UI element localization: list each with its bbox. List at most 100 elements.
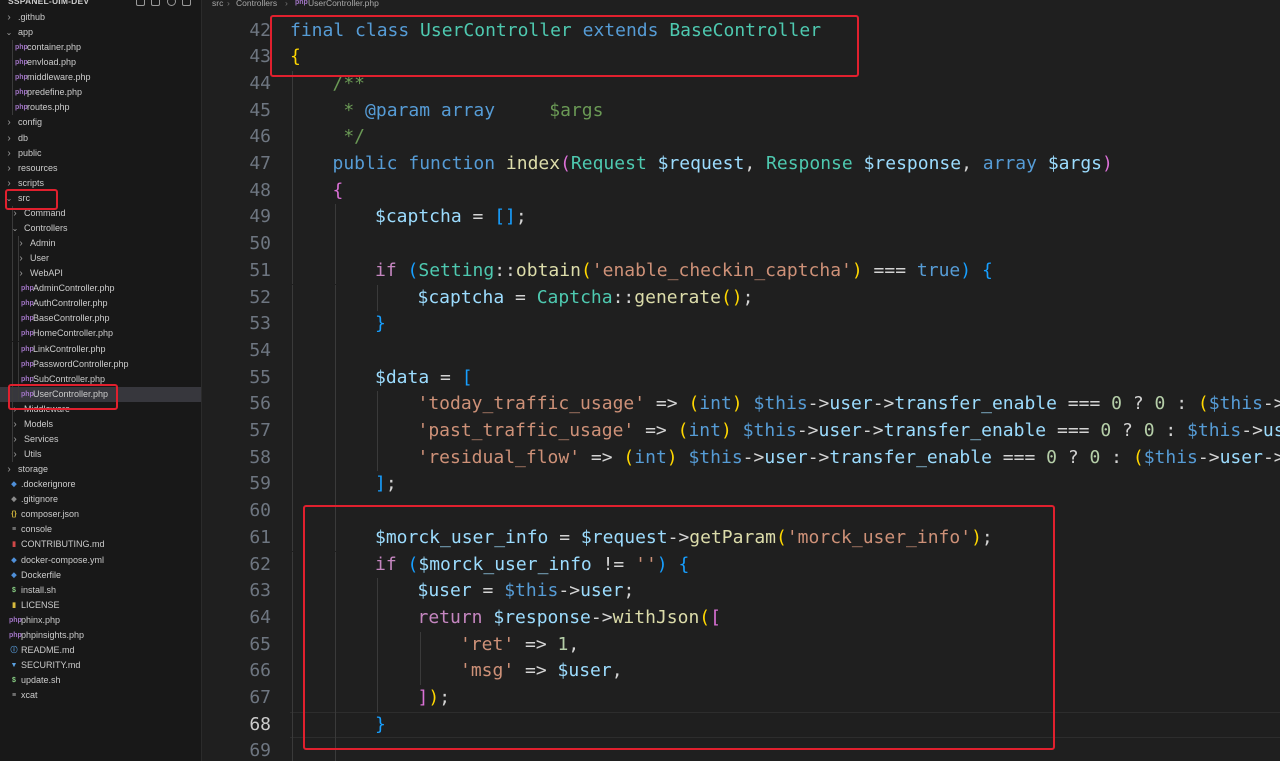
folder-item[interactable]: › Services — [0, 431, 201, 447]
refresh-icon[interactable] — [166, 0, 176, 7]
code-token: user — [1219, 446, 1263, 468]
code-line[interactable]: 'past_traffic_usage' => (int) $this->use… — [418, 418, 1280, 445]
code-line[interactable]: $captcha = Captcha::generate(); — [418, 285, 754, 312]
php-file-icon: php — [15, 74, 28, 82]
folder-item[interactable]: › db — [0, 131, 201, 146]
code-line[interactable]: ]; — [375, 471, 397, 498]
collapse-icon[interactable] — [182, 0, 192, 7]
folder-item[interactable]: › resources — [0, 161, 201, 176]
file-item[interactable]: ≡ console — [0, 522, 201, 537]
tree-item-label: Controllers — [24, 222, 68, 233]
chevron-right-icon[interactable]: › — [4, 161, 14, 176]
chevron-right-icon[interactable]: › — [16, 266, 26, 281]
file-item[interactable]: php middleware.php — [0, 70, 201, 86]
folder-item[interactable]: › Utils — [0, 447, 201, 463]
file-item[interactable]: ◆ Dockerfile — [0, 568, 201, 583]
breadcrumb-item-controllers[interactable]: Controllers — [236, 0, 277, 7]
file-item[interactable]: {} composer.json — [0, 507, 201, 522]
code-line[interactable]: 'residual_flow' => (int) $this->user->tr… — [418, 445, 1280, 472]
chevron-right-icon[interactable]: › — [10, 417, 20, 432]
code-token: -> — [742, 446, 765, 468]
file-item[interactable]: php phinx.php — [0, 613, 201, 628]
chevron-down-icon[interactable]: ⌄ — [4, 25, 14, 40]
chevron-right-icon[interactable]: › — [4, 131, 14, 146]
folder-item[interactable]: › User — [0, 251, 201, 267]
file-item[interactable]: ≡ xcat — [0, 688, 201, 703]
chevron-right-icon[interactable]: › — [10, 447, 20, 462]
file-item[interactable]: $ install.sh — [0, 583, 201, 598]
folder-item[interactable]: › storage — [0, 462, 201, 477]
code-token: $this — [742, 420, 797, 441]
file-item[interactable]: php predefine.php — [0, 85, 201, 101]
code-line[interactable]: } — [375, 311, 386, 338]
folder-item[interactable]: › Models — [0, 416, 201, 432]
breadcrumb-item-file[interactable]: UserController.php — [308, 0, 379, 7]
code-token: ( — [1197, 393, 1209, 415]
code-token: 0 — [1046, 446, 1057, 468]
line-number: 50 — [249, 233, 271, 255]
folder-item[interactable]: ⌄ app — [0, 25, 201, 40]
line-number: 53 — [249, 313, 271, 335]
code-line[interactable]: if (Setting::obtain('enable_checkin_capt… — [375, 258, 993, 285]
code-token: 'today_traffic_usage' — [417, 393, 646, 415]
chevron-right-icon[interactable]: › — [4, 462, 14, 477]
explorer-header: SSPANEL-UIM-DEV — [0, 0, 201, 8]
file-item[interactable]: php routes.php — [0, 100, 201, 116]
chevron-right-icon[interactable]: › — [16, 236, 26, 251]
indent-guide — [292, 418, 293, 445]
indent-guide — [292, 364, 293, 392]
file-item[interactable]: ◆ .dockerignore — [0, 477, 201, 492]
new-file-icon[interactable] — [136, 0, 145, 7]
file-item[interactable]: php phpinsights.php — [0, 628, 201, 643]
file-item[interactable]: ▮ CONTRIBUTING.md — [0, 537, 201, 552]
code-line[interactable]: 'today_traffic_usage' => (int) $this->us… — [418, 391, 1280, 418]
chevron-right-icon[interactable]: › — [16, 251, 26, 266]
line-number: 60 — [249, 500, 271, 522]
new-folder-icon[interactable] — [151, 0, 161, 7]
file-item[interactable]: ▼ SECURITY.md — [0, 658, 201, 673]
indent-guide — [292, 685, 293, 712]
code-line[interactable]: * @param array $args — [333, 98, 603, 125]
file-item[interactable]: $ update.sh — [0, 673, 201, 688]
chevron-right-icon[interactable]: › — [10, 432, 20, 447]
php-file-icon: php — [21, 315, 34, 323]
file-item[interactable]: ⓘ README.md — [0, 643, 201, 658]
folder-item[interactable]: › Admin — [0, 236, 201, 252]
file-item[interactable]: php container.php — [0, 40, 201, 56]
file-item[interactable]: php AdminController.php — [0, 281, 201, 297]
folder-item[interactable]: › .github — [0, 10, 201, 25]
code-line[interactable]: $data = [ — [375, 365, 473, 392]
code-line[interactable]: public function index(Request $request, … — [333, 151, 1113, 178]
breadcrumb-separator: › — [227, 0, 230, 8]
file-item[interactable]: php AuthController.php — [0, 296, 201, 312]
line-number: 67 — [249, 687, 271, 708]
chevron-right-icon[interactable]: › — [4, 146, 14, 161]
folder-item[interactable]: › WebAPI — [0, 266, 201, 282]
chevron-down-icon[interactable]: ⌄ — [10, 221, 20, 236]
git-file-icon: ◆ — [11, 496, 17, 504]
file-item[interactable]: ▮ LICENSE — [0, 598, 201, 613]
file-item[interactable]: php PasswordController.php — [0, 356, 201, 372]
code-line[interactable]: */ — [333, 124, 365, 151]
explorer-sidebar: SSPANEL-UIM-DEV › .github ⌄ app php container… — [0, 0, 202, 761]
file-item[interactable]: php LinkController.php — [0, 341, 201, 357]
php-file-icon: php — [15, 104, 28, 112]
file-item[interactable]: php envload.php — [0, 55, 201, 71]
file-item[interactable]: ◆ .gitignore — [0, 492, 201, 507]
code-token: => — [634, 420, 678, 441]
file-item[interactable]: php BaseController.php — [0, 311, 201, 327]
file-item[interactable]: php HomeController.php — [0, 326, 201, 342]
code-token: === — [991, 446, 1047, 468]
chevron-right-icon[interactable]: › — [4, 10, 14, 25]
folder-item[interactable]: › config — [0, 115, 201, 130]
code-token: [] — [494, 206, 516, 228]
chevron-right-icon[interactable]: › — [4, 115, 14, 130]
code-token: transfer_enable — [883, 420, 1047, 441]
breadcrumb-item-src[interactable]: src — [212, 0, 223, 7]
code-line[interactable]: { — [333, 178, 344, 205]
code-line[interactable]: $captcha = []; — [375, 204, 527, 231]
folder-item[interactable]: ⌄ Controllers — [0, 220, 201, 236]
file-item[interactable]: ◆ docker-compose.yml — [0, 553, 201, 568]
folder-item[interactable]: › public — [0, 146, 201, 161]
code-token: () — [720, 286, 743, 308]
